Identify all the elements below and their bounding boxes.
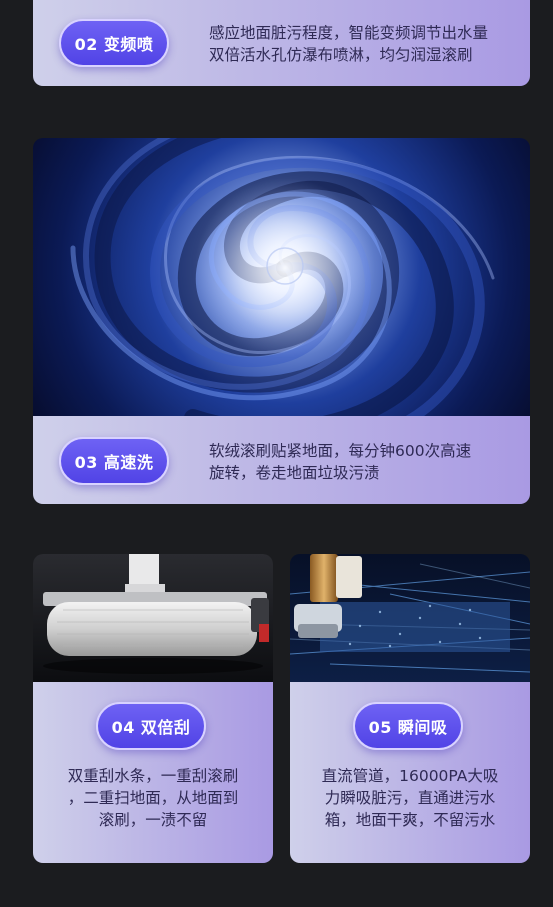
feature-description: 双重刮水条，一重刮滚刷 ，二重扫地面，从地面到 滚刷，一渍不留 [33,765,273,831]
feature-card-spray: 02 变频喷 感应地面脏污程度，智能变频调节出水量 双倍活水孔仿瀑布喷淋，均匀润… [33,0,530,86]
swirl-graphic [33,138,530,416]
feature-badge-wash: 03 高速洗 [59,437,169,485]
description-line: 双重刮水条，一重刮滚刷 [67,767,239,785]
roller-brush-image [33,554,273,682]
description-line: 箱，地面干爽，不留污水 [324,811,496,829]
description-line: 力瞬吸脏污，直通进污水 [324,789,496,807]
swirl-image [33,138,530,416]
feature-description: 感应地面脏污程度，智能变频调节出水量 双倍活水孔仿瀑布喷淋，均匀润湿滚刷 [209,22,488,66]
description-line: 直流管道，16000PA大吸 [321,767,499,785]
feature-card-scrape: 04 双倍刮 双重刮水条，一重刮滚刷 ，二重扫地面，从地面到 滚刷，一渍不留 [33,682,273,863]
feature-badge-scrape: 04 双倍刮 [96,702,206,750]
description-line: 旋转，卷走地面垃圾污渍 [209,464,380,482]
description-line: 滚刷，一渍不留 [98,811,208,829]
description-line: 感应地面脏污程度，智能变频调节出水量 [209,24,489,42]
feature-card-wash: 03 高速洗 软绒滚刷贴紧地面，每分钟600次高速 旋转，卷走地面垃圾污渍 [33,416,530,504]
feature-badge-label: 04 双倍刮 [111,718,191,737]
feature-card-suction: 05 瞬间吸 直流管道，16000PA大吸 力瞬吸脏污，直通进污水 箱，地面干爽… [290,682,530,863]
feature-badge-suction: 05 瞬间吸 [353,702,463,750]
feature-badge-label: 03 高速洗 [74,453,154,472]
feature-description: 软绒滚刷贴紧地面，每分钟600次高速 旋转，卷走地面垃圾污渍 [209,440,471,484]
feature-badge-label: 02 变频喷 [74,35,154,54]
description-line: 软绒滚刷贴紧地面，每分钟600次高速 [209,442,472,460]
feature-description: 直流管道，16000PA大吸 力瞬吸脏污，直通进污水 箱，地面干爽，不留污水 [290,765,530,831]
feature-badge-spray: 02 变频喷 [59,19,169,67]
feature-badge-label: 05 瞬间吸 [368,718,448,737]
suction-image [290,554,530,682]
description-line: ，二重扫地面，从地面到 [67,789,239,807]
suction-graphic [290,554,530,682]
description-line: 双倍活水孔仿瀑布喷淋，均匀润湿滚刷 [209,46,473,64]
roller-brush-graphic [33,554,273,682]
